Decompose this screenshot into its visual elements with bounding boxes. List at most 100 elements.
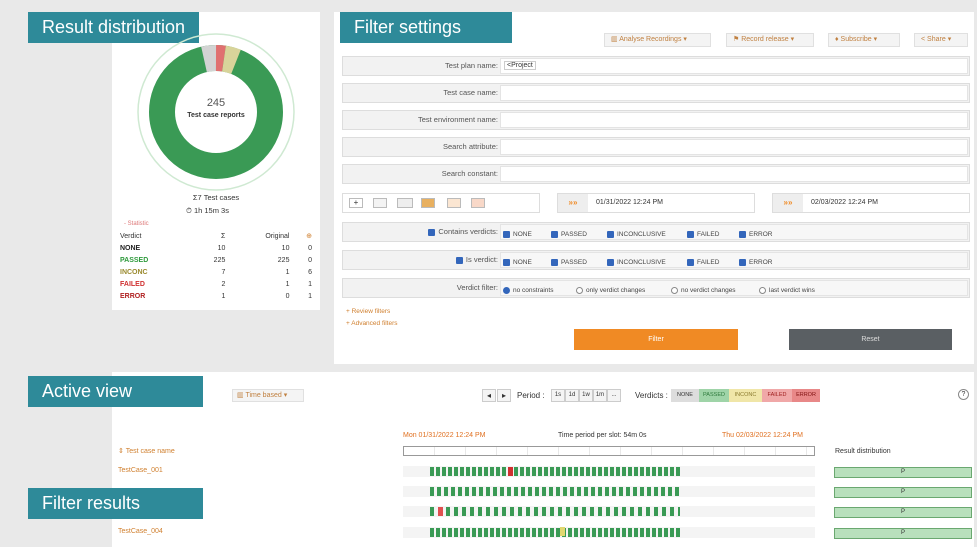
- iv-inconclusive[interactable]: INCONCLUSIVE: [607, 256, 666, 270]
- result-row-testcase-001[interactable]: TestCase_001: [118, 467, 163, 474]
- statistic-link[interactable]: - Statistic: [124, 221, 149, 227]
- iv-error-label: ERROR: [749, 259, 773, 266]
- field-label: Test case name:: [443, 88, 498, 97]
- help-icon[interactable]: ?: [958, 389, 969, 400]
- chevron-down-icon: ▾: [873, 36, 878, 43]
- vf-only-changes[interactable]: only verdict changes: [576, 284, 645, 298]
- search-constant-input[interactable]: [500, 166, 968, 182]
- reset-button[interactable]: Reset: [789, 329, 952, 350]
- iv-failed[interactable]: FAILED: [687, 256, 719, 270]
- iv-error[interactable]: ERROR: [739, 256, 772, 270]
- table-icon[interactable]: [397, 198, 413, 208]
- list-icon[interactable]: [447, 198, 461, 208]
- period-more[interactable]: ...: [607, 389, 621, 402]
- verdict-chip-passed[interactable]: PASSED: [699, 389, 729, 402]
- review-filters-link[interactable]: + Review filters: [346, 308, 390, 315]
- failed-cell[interactable]: [438, 507, 443, 516]
- add-icon[interactable]: +: [349, 198, 363, 208]
- date-to-field[interactable]: »» 02/03/2022 12:24 PM: [772, 193, 970, 213]
- duration-value: 1h 15m 3s: [193, 206, 229, 215]
- mini-distribution-bar[interactable]: P: [834, 467, 972, 478]
- failed-cell[interactable]: [508, 467, 513, 476]
- verdict-filter-label: Verdict filter:: [456, 283, 498, 292]
- cv-error[interactable]: ERROR: [739, 228, 772, 242]
- iv-none[interactable]: NONE: [503, 256, 532, 270]
- field-label: Search constant:: [441, 169, 498, 178]
- mini-distribution-bar[interactable]: P: [834, 528, 972, 539]
- analyse-recordings-label: Analyse Recordings: [619, 36, 682, 43]
- mini-distribution-bar[interactable]: P: [834, 507, 972, 518]
- double-chevron-icon: »»: [773, 194, 803, 212]
- vf-no-constraints[interactable]: no constraints: [503, 284, 553, 298]
- vf-last-wins[interactable]: last verdict wins: [759, 284, 815, 298]
- checkbox-icon[interactable]: [428, 228, 436, 236]
- advanced-filters-link[interactable]: + Advanced filters: [346, 320, 398, 327]
- is-verdict-label[interactable]: Is verdict:: [343, 251, 498, 269]
- total-label: Test case reports: [187, 112, 245, 119]
- checkbox-icon: [551, 230, 558, 238]
- period-1d[interactable]: 1d: [565, 389, 579, 402]
- cv-passed-label: PASSED: [561, 231, 587, 238]
- mini-distribution-bar[interactable]: P: [834, 487, 972, 498]
- statistic-row: FAILED 2 1 1: [118, 278, 314, 290]
- cv-none[interactable]: NONE: [503, 228, 532, 242]
- is-verdict-options: NONE PASSED INCONCLUSIVE FAILED ERROR: [500, 252, 968, 268]
- radio-icon: [576, 286, 583, 294]
- verdict-chip-failed[interactable]: FAILED: [762, 389, 792, 402]
- date-from-field[interactable]: »» 01/31/2022 12:24 PM: [557, 193, 755, 213]
- cv-inconclusive[interactable]: INCONCLUSIVE: [607, 228, 666, 242]
- col-original: Original: [265, 232, 290, 240]
- period-per-slot: Time period per slot: 54m 0s: [558, 432, 647, 439]
- period-1w[interactable]: 1w: [579, 389, 593, 402]
- verdict-chip-error[interactable]: ERROR: [792, 389, 820, 402]
- subscribe-label: Subscribe: [840, 36, 872, 43]
- inconc-cell[interactable]: [560, 527, 565, 536]
- verdict-none: NONE: [120, 244, 141, 252]
- test-case-name-input[interactable]: [500, 85, 968, 101]
- record-release-button[interactable]: ⚑ Record release ▾: [726, 33, 814, 47]
- filter-button[interactable]: Filter: [574, 329, 738, 350]
- verdict-chip-none[interactable]: NONE: [671, 389, 699, 402]
- original-value: 10: [281, 244, 290, 252]
- subscribe-button[interactable]: ♦ Subscribe ▾: [828, 33, 900, 47]
- analyse-recordings-button[interactable]: ▥ Analyse Recordings ▾: [604, 33, 711, 47]
- field-label: Test plan name:: [445, 61, 498, 70]
- date-to-value: 02/03/2022 12:24 PM: [811, 199, 878, 206]
- radio-icon: [759, 286, 766, 294]
- time-based-dropdown[interactable]: ▥ Time based ▾: [232, 389, 304, 402]
- vf-last-wins-label: last verdict wins: [769, 287, 815, 294]
- vf-no-changes[interactable]: no verdict changes: [671, 284, 736, 298]
- checkbox-icon: [607, 258, 614, 266]
- timeline-start: Mon 01/31/2022 12:24 PM: [403, 432, 486, 439]
- calendar-icon[interactable]: [471, 198, 485, 208]
- period-next-button[interactable]: ▸: [497, 389, 511, 402]
- col-extra: ⊕: [306, 233, 312, 240]
- period-prev-button[interactable]: ◂: [482, 389, 496, 402]
- share-button[interactable]: < Share ▾: [914, 33, 968, 47]
- period-1m[interactable]: 1m: [593, 389, 607, 402]
- contains-verdicts-text: Contains verdicts:: [438, 227, 498, 236]
- test-environment-name-input[interactable]: [500, 112, 968, 128]
- verdict-chip-inconc[interactable]: INCONC: [729, 389, 762, 402]
- period-1s[interactable]: 1s: [551, 389, 565, 402]
- checkbox-icon: [503, 258, 510, 266]
- cv-failed[interactable]: FAILED: [687, 228, 719, 242]
- column-test-case-name[interactable]: ⇕ Test case name: [118, 447, 175, 455]
- cv-passed[interactable]: PASSED: [551, 228, 587, 242]
- checkbox-icon[interactable]: [455, 256, 463, 264]
- verdict-filter-row: Verdict filter: no constraints only verd…: [342, 278, 970, 298]
- search-attribute-input[interactable]: [500, 139, 968, 155]
- double-chevron-icon: »»: [558, 194, 588, 212]
- folder-icon[interactable]: [421, 198, 435, 208]
- test-plan-name-input[interactable]: <Project: [500, 58, 968, 74]
- cv-inconclusive-label: INCONCLUSIVE: [617, 231, 666, 238]
- sum-value: 7: [221, 268, 226, 276]
- result-row-testcase-004[interactable]: TestCase_004: [118, 528, 163, 535]
- time-based-label: Time based: [245, 392, 282, 399]
- contains-verdicts-label[interactable]: Contains verdicts:: [343, 223, 498, 241]
- iv-passed[interactable]: PASSED: [551, 256, 587, 270]
- flag-icon: ⚑: [733, 36, 742, 43]
- statistic-row: INCONC 7 1 6: [118, 266, 314, 278]
- grid-icon[interactable]: [373, 198, 387, 208]
- original-value: 1: [285, 280, 290, 288]
